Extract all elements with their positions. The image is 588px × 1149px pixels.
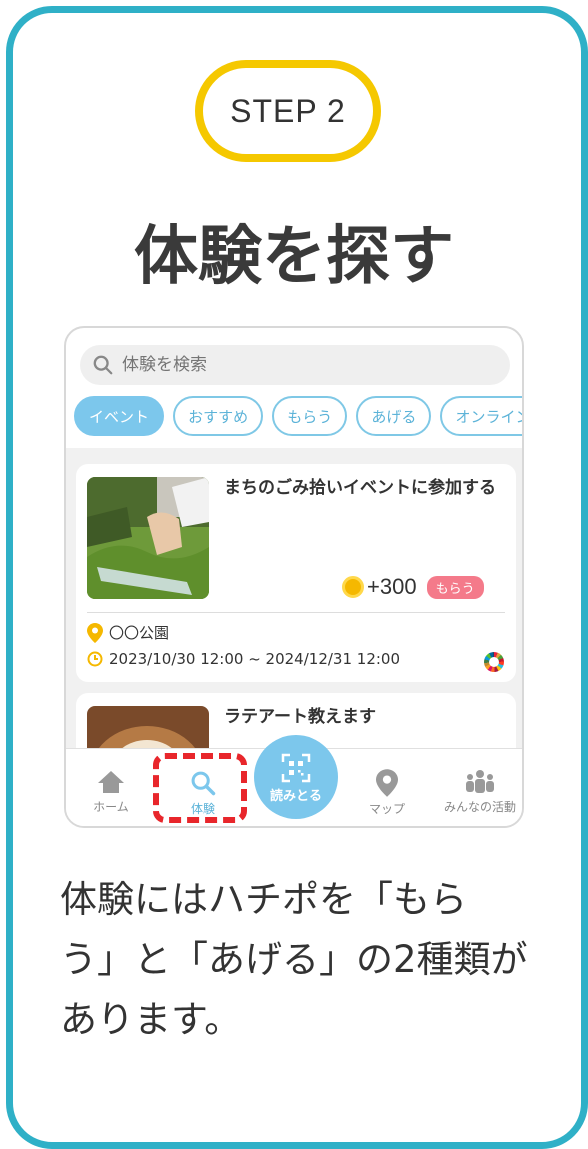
description-line: う」と「あげる」の2種類が	[60, 938, 528, 981]
highlight-box	[153, 753, 247, 823]
qr-code-icon	[281, 753, 311, 783]
event-title: ラテアート教えます	[224, 707, 376, 727]
datetime-row: 2023/10/30 12:00 ~ 2024/12/31 12:00	[87, 650, 400, 668]
location-pin-icon	[87, 622, 103, 643]
category-chips: イベント おすすめ もらう あげる オンライン	[74, 396, 522, 436]
chip-receive[interactable]: もらう	[272, 396, 348, 436]
nav-activity[interactable]: みんなの活動	[434, 769, 522, 815]
search-icon	[93, 355, 113, 375]
coin-icon	[342, 576, 364, 598]
nav-map[interactable]: マップ	[342, 769, 432, 817]
nav-map-label: マップ	[368, 802, 405, 816]
app-screen: イベント おすすめ もらう あげる オンライン まちのごみ拾いイベントに参加する…	[64, 326, 524, 828]
description-line: 体験にはハチポを「もら	[60, 878, 467, 921]
nav-home-label: ホーム	[93, 800, 129, 814]
points-row: +300 もらう	[342, 574, 484, 600]
search-bar[interactable]	[80, 345, 510, 385]
scan-label: 読みとる	[269, 789, 322, 804]
points-value: +300	[367, 574, 417, 599]
datetime-text: 2023/10/30 12:00 ~ 2024/12/31 12:00	[109, 650, 401, 668]
clock-icon	[87, 651, 103, 667]
people-icon	[466, 770, 494, 793]
chip-give[interactable]: あげる	[356, 396, 432, 436]
chip-event[interactable]: イベント	[74, 396, 165, 436]
step-badge: STEP 2	[195, 60, 381, 162]
chip-recommended[interactable]: おすすめ	[173, 396, 264, 436]
map-pin-icon	[376, 769, 398, 797]
divider	[87, 612, 505, 613]
event-thumbnail	[87, 477, 209, 599]
chip-online[interactable]: オンライン	[440, 396, 522, 436]
search-input[interactable]	[120, 354, 484, 376]
receive-badge: もらう	[426, 575, 484, 599]
description-line: あります。	[60, 998, 242, 1041]
location-text: 〇〇公園	[109, 624, 170, 642]
sdgs-icon	[484, 652, 504, 672]
nav-home[interactable]: ホーム	[66, 769, 156, 815]
home-icon	[98, 771, 124, 793]
bottom-nav: ホーム 体験 読みとる マップ みんなの活動	[66, 735, 522, 826]
event-card[interactable]: まちのごみ拾いイベントに参加する +300 もらう 〇〇公園 2023/10/3…	[76, 464, 516, 682]
event-title: まちのごみ拾いイベントに参加する	[224, 478, 496, 498]
nav-activity-label: みんなの活動	[443, 800, 516, 814]
location-row: 〇〇公園	[87, 622, 169, 643]
scan-button[interactable]: 読みとる	[254, 735, 338, 819]
description: 体験にはハチポを「もら う」と「あげる」の2種類が あります。	[60, 870, 530, 1050]
page-title: 体験を探す	[134, 220, 454, 294]
